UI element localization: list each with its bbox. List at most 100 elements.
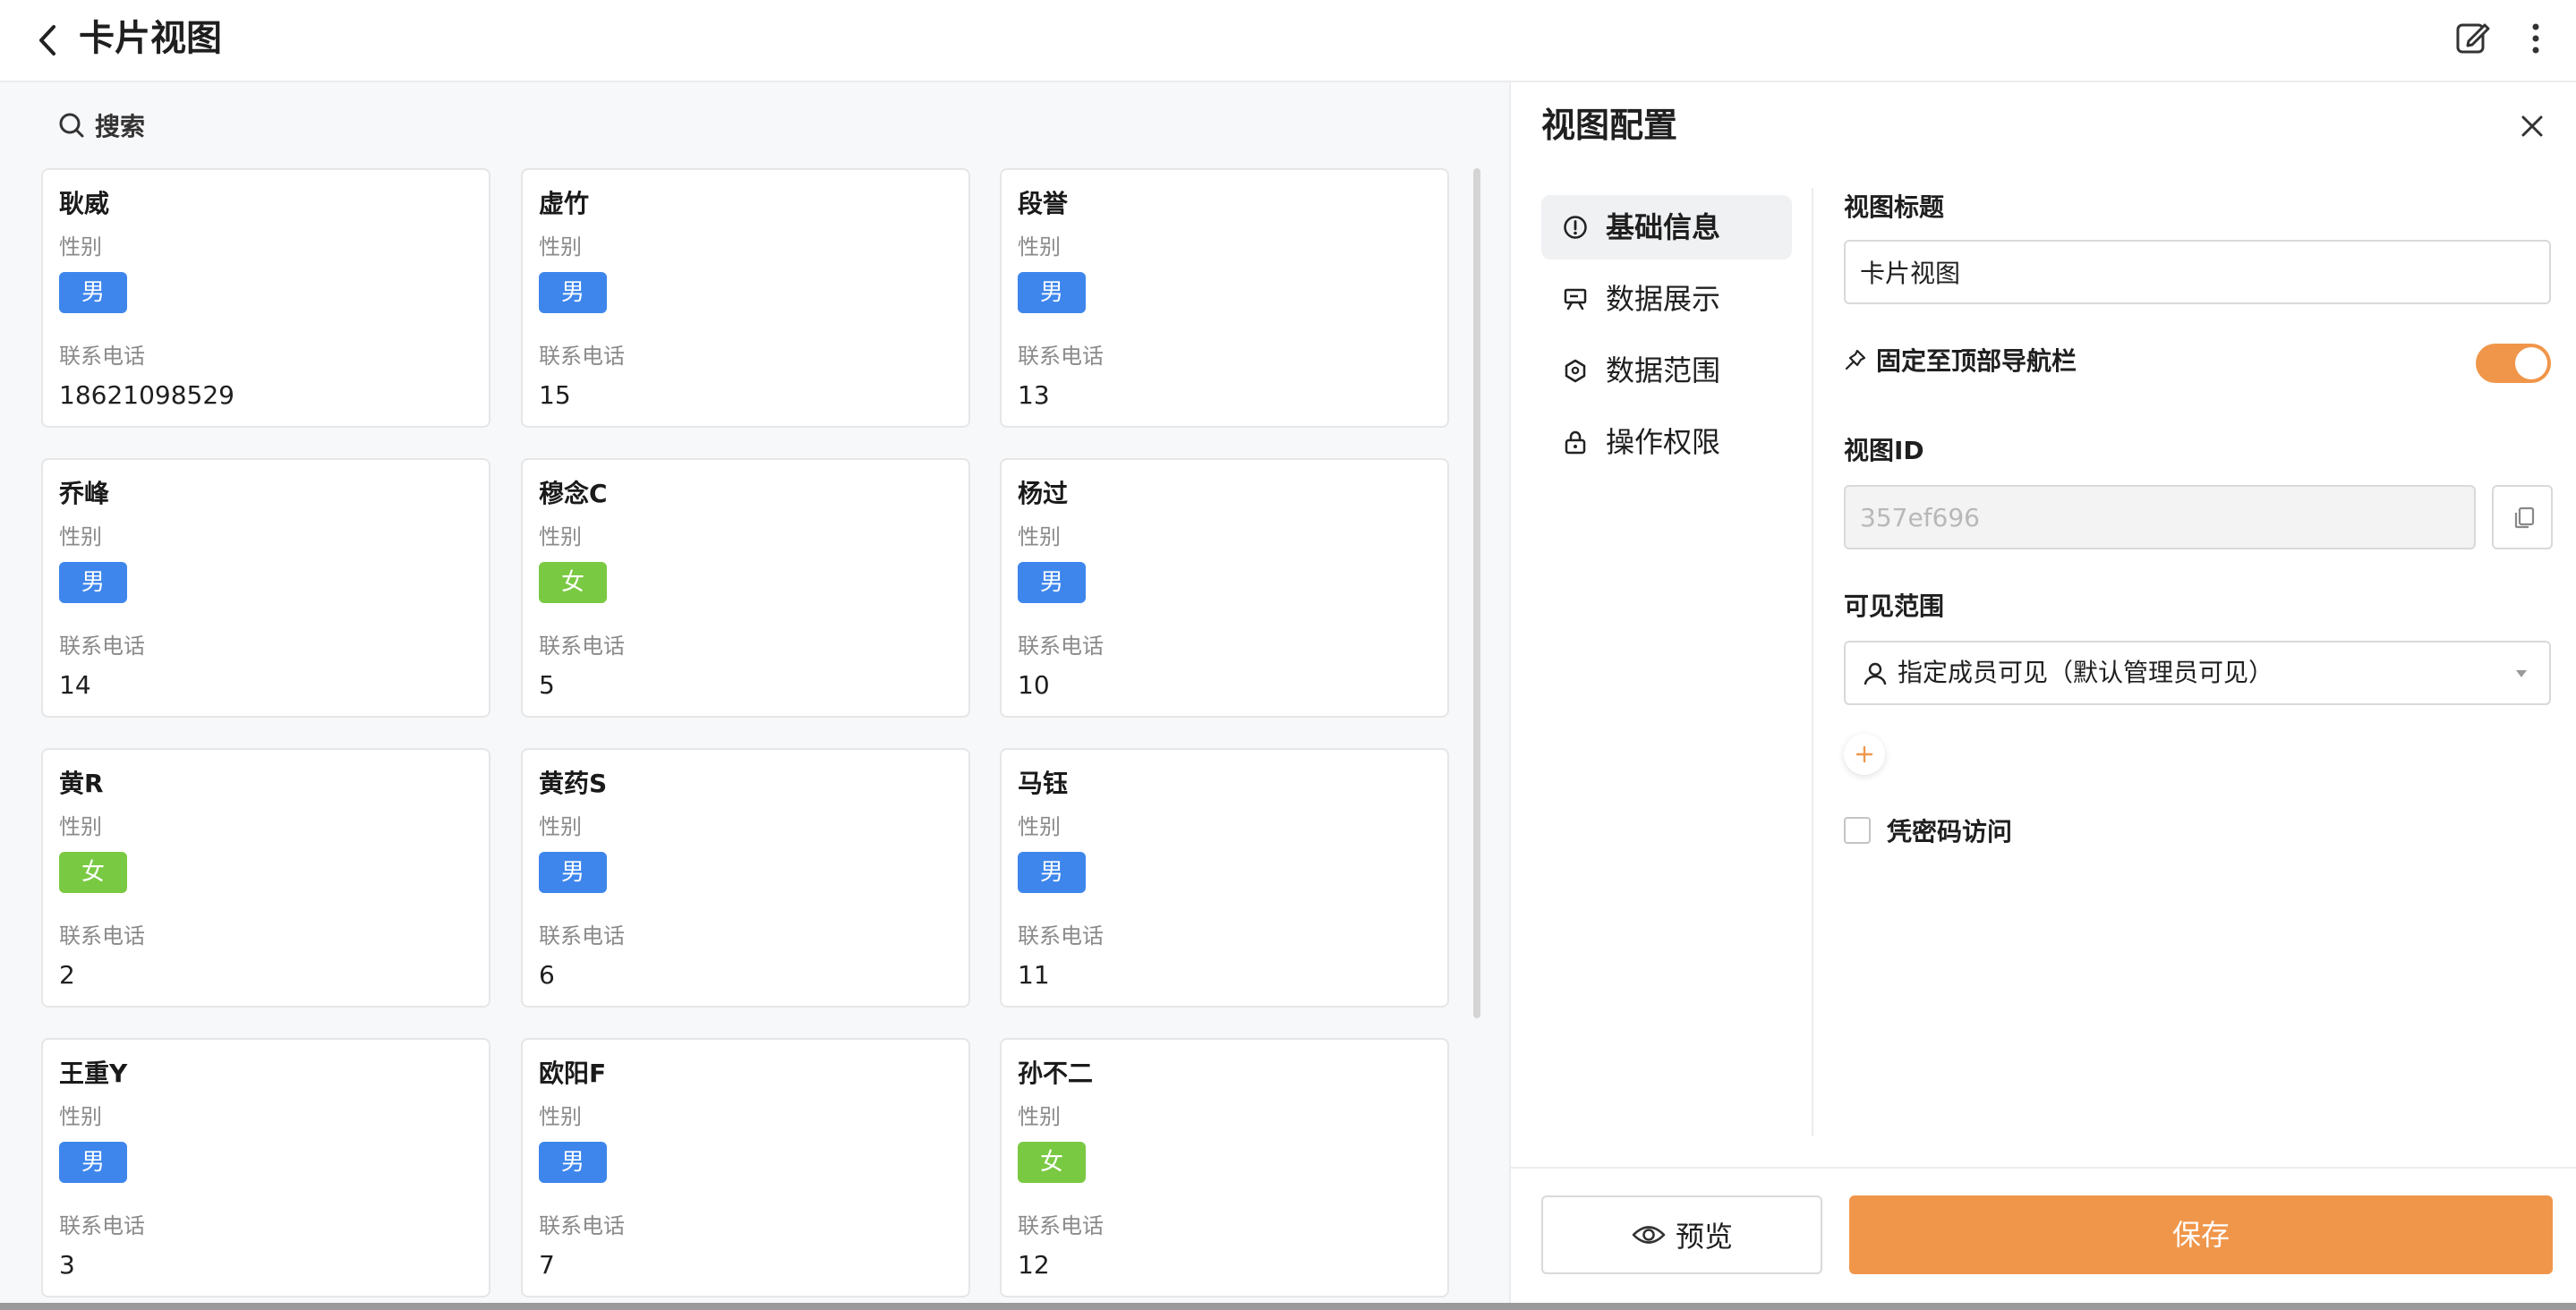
nav-label: 基础信息 <box>1606 210 1721 244</box>
gender-field-label: 性别 <box>59 234 102 259</box>
close-icon[interactable] <box>2519 113 2546 140</box>
nav-item-basic-info[interactable]: 基础信息 <box>1541 195 1792 259</box>
top-header: 卡片视图 <box>0 0 2576 82</box>
info-icon <box>1564 216 1587 239</box>
password-access-row[interactable]: 凭密码访问 <box>1844 812 2012 848</box>
password-checkbox[interactable] <box>1844 817 1871 844</box>
card-name: 黄R <box>59 769 104 798</box>
gender-field-label: 性别 <box>1018 1104 1061 1129</box>
phone-value: 3 <box>59 1250 75 1280</box>
bottom-edge <box>0 1303 2576 1310</box>
gender-field-label: 性别 <box>1018 524 1061 549</box>
nav-label: 操作权限 <box>1606 425 1721 459</box>
phone-field-label: 联系电话 <box>539 344 625 369</box>
phone-value: 14 <box>59 670 91 700</box>
phone-value: 18621098529 <box>59 380 235 410</box>
phone-field-label: 联系电话 <box>539 1213 625 1238</box>
visibility-value: 指定成员可见（默认管理员可见） <box>1898 658 2274 687</box>
phone-field-label: 联系电话 <box>59 1213 145 1238</box>
gender-tag: 男 <box>1018 562 1086 603</box>
phone-value: 6 <box>539 960 555 990</box>
phone-field-label: 联系电话 <box>1018 634 1104 659</box>
view-config-panel: 视图配置 基础信息 数据展示 数据范围 操作权限 视图标题 卡片视图 固定至顶部… <box>1509 82 2576 1310</box>
vertical-scrollbar[interactable] <box>1473 168 1480 1018</box>
card-name: 黄药S <box>539 769 608 798</box>
gender-tag: 男 <box>1018 272 1086 313</box>
phone-value: 2 <box>59 960 75 990</box>
pin-icon <box>1845 349 1866 370</box>
record-card[interactable]: 虚竹 性别男联系电话 15 <box>521 168 970 428</box>
record-card[interactable]: 黄药S 性别男联系电话 6 <box>521 748 970 1008</box>
more-vertical-icon[interactable] <box>2522 20 2549 57</box>
nav-item-data-range[interactable]: 数据范围 <box>1541 338 1792 403</box>
record-card[interactable]: 马钰 性别男联系电话 11 <box>1000 748 1449 1008</box>
pin-label: 固定至顶部导航栏 <box>1876 346 2077 376</box>
view-title-input[interactable] <box>1844 240 2551 304</box>
copy-icon <box>2514 506 2535 529</box>
lock-icon <box>1565 430 1586 455</box>
view-id-label: 视图ID <box>1844 436 1924 465</box>
record-card[interactable]: 孙不二 性别女联系电话 12 <box>1000 1038 1449 1297</box>
eye-icon <box>1632 1226 1666 1244</box>
card-name: 欧阳F <box>539 1059 607 1088</box>
visibility-select[interactable]: 指定成员可见（默认管理员可见） <box>1844 641 2551 705</box>
phone-value: 12 <box>1018 1250 1050 1280</box>
record-card[interactable]: 耿威 性别男联系电话 18621098529 <box>41 168 490 428</box>
card-name: 马钰 <box>1018 769 1069 798</box>
search-button[interactable]: 搜索 <box>57 107 145 143</box>
record-card[interactable]: 穆念C 性别女联系电话 5 <box>521 458 970 718</box>
toggle-knob <box>2515 347 2547 379</box>
gender-field-label: 性别 <box>59 1104 102 1129</box>
gender-tag: 男 <box>1018 852 1086 893</box>
record-card[interactable]: 杨过性别男联系电话 10 <box>1000 458 1449 718</box>
phone-field-label: 联系电话 <box>59 634 145 659</box>
record-card[interactable]: 段誉 性别男联系电话 13 <box>1000 168 1449 428</box>
page-title: 卡片视图 <box>79 18 222 59</box>
gender-tag: 男 <box>539 852 607 893</box>
search-icon <box>59 113 84 138</box>
record-card[interactable]: 王重Y 性别男联系电话 3 <box>41 1038 490 1297</box>
record-card[interactable]: 黄R 性别女联系电话 2 <box>41 748 490 1008</box>
card-name: 乔峰 <box>59 479 110 508</box>
gender-tag: 女 <box>1018 1142 1086 1183</box>
card-name: 穆念C <box>539 479 608 508</box>
phone-field-label: 联系电话 <box>59 344 145 369</box>
presentation-icon <box>1564 288 1587 310</box>
pin-toggle[interactable] <box>2476 344 2551 383</box>
card-name: 虚竹 <box>539 189 590 218</box>
nav-label: 数据范围 <box>1606 353 1721 387</box>
gender-tag: 男 <box>59 562 127 603</box>
plus-icon <box>1855 745 1873 763</box>
gender-tag: 女 <box>59 852 127 893</box>
card-list-area: 搜索 耿威 性别男联系电话 18621098529 虚竹 性别男联系电话 15 段誉 性别男联… <box>0 82 1509 1310</box>
phone-field-label: 联系电话 <box>1018 1213 1104 1238</box>
visibility-label: 可见范围 <box>1844 591 1945 621</box>
nav-label: 数据展示 <box>1606 282 1721 316</box>
edit-icon[interactable] <box>2454 20 2490 55</box>
copy-id-button[interactable] <box>2492 485 2553 549</box>
save-button[interactable]: 保存 <box>1849 1195 2553 1274</box>
user-icon <box>1864 662 1887 685</box>
nav-item-data-display[interactable]: 数据展示 <box>1541 267 1792 331</box>
phone-value: 7 <box>539 1250 555 1280</box>
phone-field-label: 联系电话 <box>1018 923 1104 948</box>
view-id-input <box>1844 485 2476 549</box>
nav-item-permissions[interactable]: 操作权限 <box>1541 410 1792 474</box>
chevron-left-icon[interactable] <box>34 21 61 59</box>
range-icon <box>1565 359 1586 383</box>
record-card[interactable]: 欧阳F 性别男联系电话 7 <box>521 1038 970 1297</box>
add-member-button[interactable] <box>1844 734 1885 775</box>
gender-field-label: 性别 <box>1018 814 1061 839</box>
preview-button[interactable]: 预览 <box>1541 1195 1822 1274</box>
phone-field-label: 联系电话 <box>59 923 145 948</box>
phone-field-label: 联系电话 <box>1018 344 1104 369</box>
card-name: 杨过 <box>1018 479 1069 508</box>
phone-value: 10 <box>1018 670 1050 700</box>
preview-label: 预览 <box>1675 1220 1733 1254</box>
chevron-down-icon <box>2516 670 2527 677</box>
gender-field-label: 性别 <box>539 524 582 549</box>
phone-field-label: 联系电话 <box>539 923 625 948</box>
record-card[interactable]: 乔峰 性别男联系电话 14 <box>41 458 490 718</box>
gender-tag: 男 <box>59 272 127 313</box>
gender-field-label: 性别 <box>59 814 102 839</box>
